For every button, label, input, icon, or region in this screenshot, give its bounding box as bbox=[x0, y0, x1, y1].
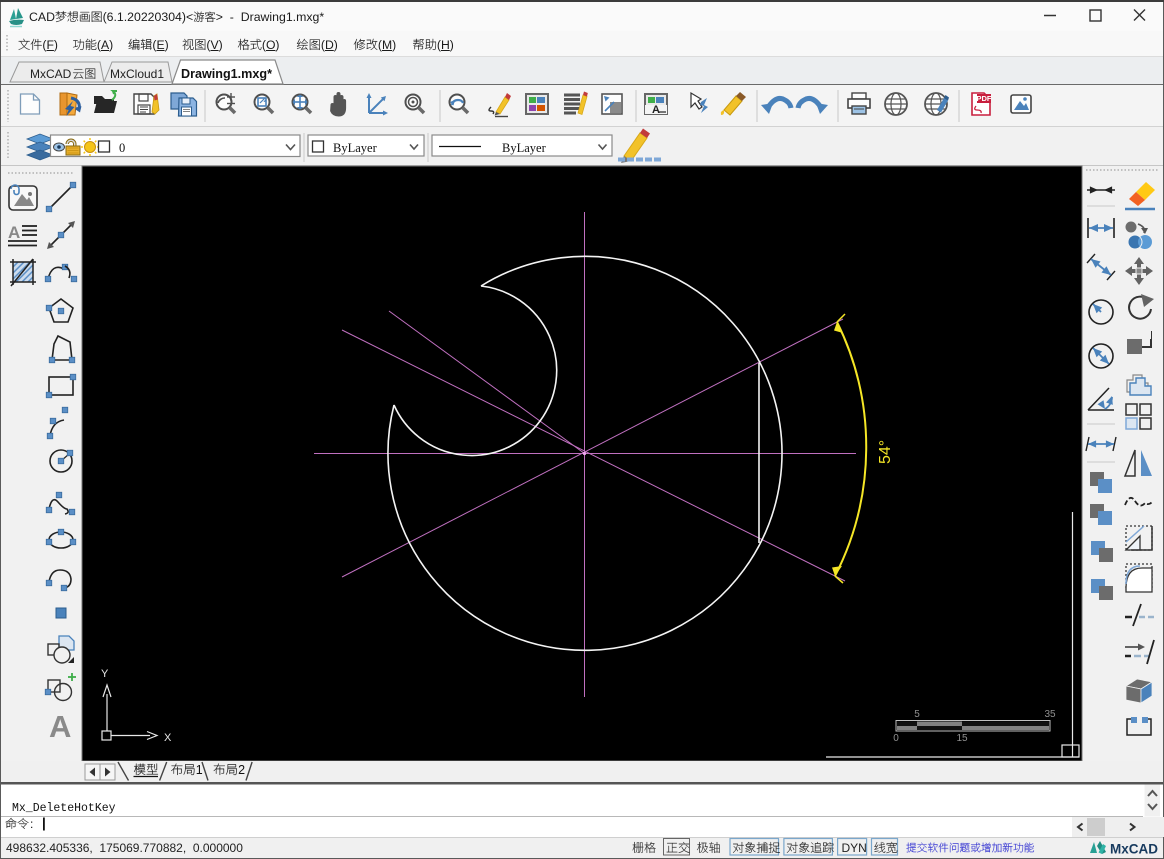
svg-text:(F): (F) bbox=[42, 38, 58, 52]
svg-text:35: 35 bbox=[1044, 709, 1056, 720]
svg-text:0: 0 bbox=[119, 141, 125, 155]
svg-text:ByLayer: ByLayer bbox=[502, 141, 547, 155]
svg-text:(M): (M) bbox=[378, 38, 396, 52]
svg-text:5: 5 bbox=[914, 709, 920, 720]
svg-text:(6.1.20220304)<: (6.1.20220304)< bbox=[103, 10, 194, 24]
svg-text:(V): (V) bbox=[206, 38, 222, 52]
svg-text:(E): (E) bbox=[152, 38, 168, 52]
svg-text:(A): (A) bbox=[97, 38, 113, 52]
svg-text:(H): (H) bbox=[437, 38, 454, 52]
svg-text:A: A bbox=[8, 223, 20, 242]
svg-text:2: 2 bbox=[238, 763, 245, 777]
svg-text:(O): (O) bbox=[262, 38, 280, 52]
svg-text:Mx_DeleteHotKey: Mx_DeleteHotKey bbox=[12, 802, 116, 815]
svg-text:1: 1 bbox=[196, 763, 203, 777]
svg-text:0: 0 bbox=[893, 733, 899, 744]
svg-text:> - Drawing1.mxg*: > - Drawing1.mxg* bbox=[216, 10, 325, 24]
svg-text:CAD: CAD bbox=[29, 10, 55, 24]
svg-text:PDF: PDF bbox=[977, 94, 992, 103]
svg-text::: : bbox=[30, 817, 33, 831]
svg-text:A: A bbox=[49, 709, 71, 744]
svg-text:54°: 54° bbox=[877, 440, 894, 464]
svg-text:Drawing1.mxg*: Drawing1.mxg* bbox=[181, 67, 272, 81]
svg-text:MxCloud1: MxCloud1 bbox=[110, 67, 164, 81]
svg-text:MxCAD: MxCAD bbox=[1110, 842, 1158, 857]
svg-text:(D): (D) bbox=[321, 38, 338, 52]
svg-text:498632.405336, 175069.770882,: 498632.405336, 175069.770882, 0.000000 bbox=[6, 841, 243, 855]
svg-text:Y: Y bbox=[101, 668, 109, 680]
svg-text:X: X bbox=[164, 732, 172, 744]
svg-text:15: 15 bbox=[956, 733, 968, 744]
svg-text:A: A bbox=[652, 104, 660, 116]
svg-text:DYN: DYN bbox=[842, 841, 867, 855]
svg-text:MxCAD: MxCAD bbox=[30, 67, 72, 81]
svg-text:ByLayer: ByLayer bbox=[333, 141, 378, 155]
